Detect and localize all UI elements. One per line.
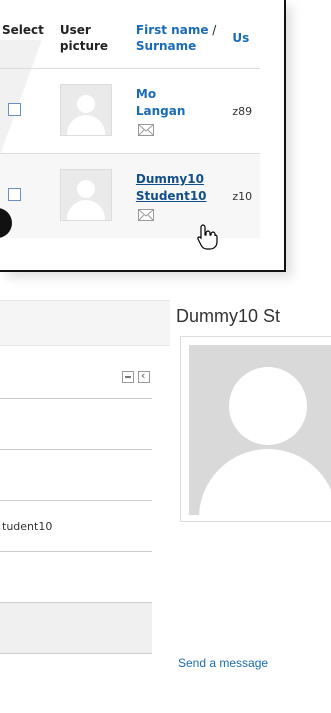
sidebar-block: tudent10 bbox=[0, 362, 152, 702]
sort-first-name-link[interactable]: First name bbox=[136, 23, 209, 37]
select-checkbox[interactable] bbox=[8, 103, 21, 116]
block-row[interactable]: tudent10 bbox=[0, 501, 152, 552]
block-header bbox=[0, 362, 152, 399]
hand-pointer-icon bbox=[197, 224, 218, 250]
envelope-icon[interactable] bbox=[137, 124, 154, 136]
table-row: Mo Langan z89 bbox=[0, 68, 261, 154]
block-row[interactable] bbox=[0, 552, 152, 603]
profile-picture-placeholder bbox=[189, 345, 331, 515]
page-header-bar bbox=[0, 300, 170, 346]
sort-surname-link[interactable]: Surname bbox=[136, 39, 196, 53]
block-row-selected[interactable] bbox=[0, 603, 152, 654]
send-message-link[interactable]: Send a message bbox=[178, 656, 268, 670]
participants-table-zoom: Select User picture First name / Surname… bbox=[0, 0, 286, 272]
user-picture-avatar[interactable] bbox=[59, 83, 112, 136]
column-header-userid[interactable]: Us bbox=[224, 8, 260, 69]
column-header-select[interactable]: Select bbox=[0, 8, 52, 69]
participants-table: Select User picture First name / Surname… bbox=[0, 8, 261, 238]
profile-picture-frame bbox=[180, 336, 331, 522]
user-name-link-hovered[interactable]: Dummy10 Student10 bbox=[136, 171, 216, 205]
block-row-label: tudent10 bbox=[2, 519, 53, 533]
user-picture-avatar[interactable] bbox=[59, 168, 112, 221]
column-header-name[interactable]: First name / Surname bbox=[128, 8, 224, 69]
block-row[interactable] bbox=[0, 399, 152, 450]
user-id: z89 bbox=[232, 105, 253, 118]
envelope-icon[interactable] bbox=[137, 209, 154, 221]
select-checkbox[interactable] bbox=[8, 188, 21, 201]
dock-block-icon[interactable] bbox=[138, 369, 150, 383]
user-id: z10 bbox=[232, 190, 253, 203]
collapse-block-icon[interactable] bbox=[122, 371, 134, 383]
column-header-user-picture: User picture bbox=[59, 23, 109, 53]
table-row: Dummy10 Student10 z10 bbox=[0, 153, 261, 238]
block-row[interactable] bbox=[0, 450, 152, 501]
user-name-link[interactable]: Mo Langan bbox=[136, 86, 216, 120]
profile-title: Dummy10 St bbox=[176, 306, 281, 326]
